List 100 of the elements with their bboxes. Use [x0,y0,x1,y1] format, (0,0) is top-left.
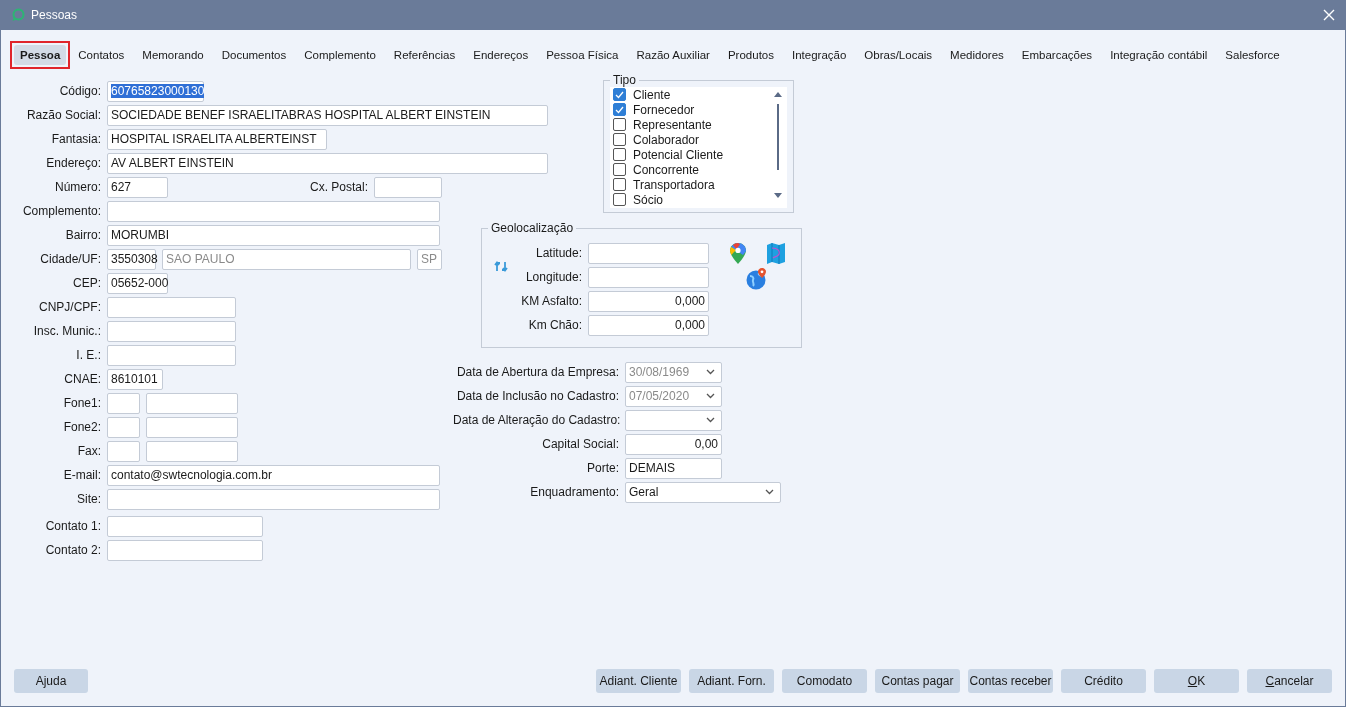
action-button[interactable]: Comodato [782,669,867,693]
field-label: Insc. Munic.: [32,324,101,338]
tab[interactable]: Integração contábil [1104,44,1214,65]
input-field[interactable]: 627 [107,176,168,198]
checkbox-label: Cliente [633,87,671,102]
tab[interactable]: Salesforce [1219,44,1286,65]
group-title: Geolocalização [490,221,575,235]
checkbox[interactable] [613,88,626,101]
window-title: Pessoas [31,8,79,22]
field-label: E-mail: [62,468,101,482]
action-button[interactable]: Adiant. Forn. [689,669,774,693]
input-field[interactable]: 3550308 [107,248,156,270]
checkbox[interactable] [613,118,626,131]
checkbox-label: Sócio [633,192,664,207]
field-label: Site: [76,492,101,506]
tab[interactable]: Embarcações [1015,44,1099,65]
field-label: KM Asfalto: [520,294,582,308]
tab[interactable]: Produtos [721,44,780,65]
field-label: Fone2: [62,420,101,434]
field-label: Razão Social: [25,108,101,122]
input-field[interactable] [146,392,238,414]
input-field[interactable]: DEMAIS [625,457,722,479]
help-button[interactable]: Ajuda [14,669,88,693]
input-field[interactable]: 0,00 [625,433,722,455]
checkbox[interactable] [613,148,626,161]
tab[interactable]: Contatos [72,44,131,65]
field-label: CEP: [72,276,101,290]
action-button[interactable]: Contas pagar [875,669,960,693]
field-label: Número: [54,180,101,194]
checkbox-label: Concorrente [633,162,700,177]
input-field[interactable]: 05652-000 [107,272,168,294]
tab[interactable]: Endereços [467,44,535,65]
action-button[interactable]: Adiant. Cliente [596,669,681,693]
tab[interactable]: Documentos [215,44,293,65]
input-field[interactable] [146,416,238,438]
input-field[interactable]: 8610101 [107,368,163,390]
input-field[interactable] [107,344,236,366]
tab[interactable]: Pessoa Física [540,44,625,65]
input-field[interactable] [107,416,140,438]
checkbox-label: Representante [633,117,712,132]
tab[interactable]: Complemento [298,44,382,65]
input-field[interactable]: 0,000 [588,290,709,312]
input-field[interactable] [107,320,236,342]
tab[interactable]: Referências [387,44,462,65]
input-field[interactable] [107,488,440,510]
checkbox[interactable] [613,103,626,116]
checkbox[interactable] [613,133,626,146]
input-field[interactable]: SOCIEDADE BENEF ISRAELITABRAS HOSPITAL ALBERT EINSTEIN [107,104,548,126]
input-field[interactable] [146,440,238,462]
map-pin-icon[interactable] [730,242,746,264]
input-field[interactable]: MORUMBI [107,224,440,246]
tab[interactable]: Pessoa [14,44,67,65]
input-field[interactable]: 0,000 [588,314,709,336]
field-label: Complemento: [21,204,101,218]
field-label: Enquadramento: [529,485,619,499]
chevron-down-icon [706,369,715,375]
action-button[interactable]: Contas receber [968,669,1053,693]
input-field[interactable] [107,440,140,462]
refresh-icon[interactable] [494,259,508,273]
tab[interactable]: Medidores [944,44,1010,65]
field-label: Porte: [586,461,619,475]
tab[interactable]: Obras/Locais [858,44,939,65]
globe-pin-icon[interactable] [746,268,768,290]
field-label: Fone1: [62,396,101,410]
checkbox[interactable] [613,163,626,176]
checkbox[interactable] [613,193,626,206]
input-field[interactable]: HOSPITAL ISRAELITA ALBERTEINST [107,128,327,150]
input-field[interactable] [107,200,440,222]
app-logo-icon [11,8,25,22]
input-field[interactable] [588,266,709,288]
input-field[interactable]: contato@swtecnologia.com.br [107,464,440,486]
input-field[interactable]: 60765823000130 [107,80,204,102]
action-button[interactable]: Crédito [1061,669,1146,693]
field-label: Endereço: [45,156,101,170]
tab[interactable]: Memorando [136,44,210,65]
input-field[interactable]: AV ALBERT EINSTEIN [107,152,548,174]
input-field[interactable] [107,392,140,414]
input-field[interactable] [107,296,236,318]
input-field[interactable] [374,176,442,198]
close-icon[interactable] [1323,9,1335,21]
action-button[interactable]: Cancelar [1247,669,1332,693]
tab[interactable]: Razão Auxiliar [630,44,716,65]
chevron-down-icon [765,489,774,495]
tab[interactable]: Integração [786,44,853,65]
input-field[interactable] [107,515,263,537]
field-label: CNAE: [63,372,101,386]
field-label: Contato 1: [44,519,101,533]
field-label: Código: [58,84,101,98]
input-field[interactable] [107,539,263,561]
checkbox[interactable] [613,178,626,191]
field-label: Latitude: [534,246,582,260]
field-label: Data de Inclusão no Cadastro: [455,389,619,403]
action-button[interactable]: OK [1154,669,1239,693]
dropdown[interactable]: Geral [625,481,781,503]
date-field[interactable] [625,409,722,431]
input-field[interactable] [588,242,709,264]
field-label: Cx. Postal: [308,180,368,194]
field-label: Data de Abertura da Empresa: [455,365,619,379]
field-label: Fantasia: [50,132,101,146]
folded-map-icon[interactable] [767,242,785,264]
